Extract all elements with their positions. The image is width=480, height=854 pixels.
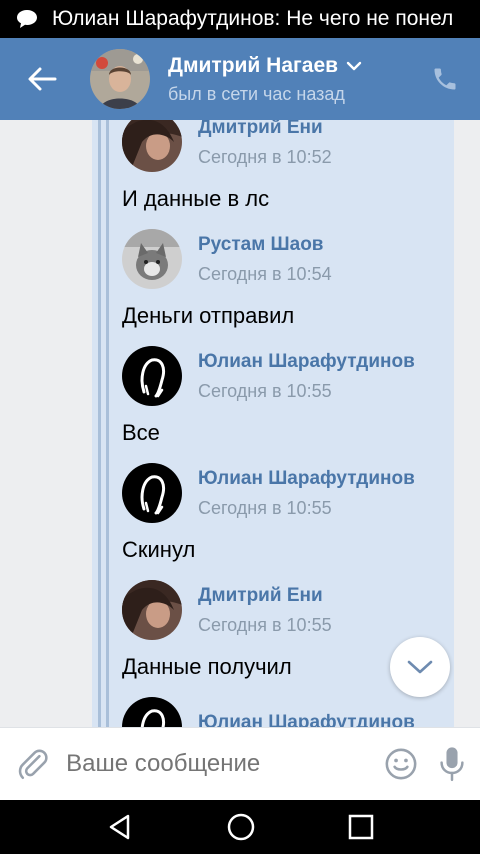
contact-avatar[interactable] [90, 49, 150, 109]
attach-button[interactable] [0, 747, 66, 781]
message-list[interactable]: Дмитрий Ени Сегодня в 10:52 И данные в л… [0, 120, 480, 727]
author-name[interactable]: Рустам Шаов [198, 234, 332, 256]
message-time: Сегодня в 10:54 [198, 263, 332, 284]
speech-bubble-icon [17, 10, 37, 28]
message-composer [0, 727, 480, 800]
message-text: Данные получил [122, 654, 292, 679]
forwarded-message: Юлиан Шарафутдинов [122, 697, 462, 727]
notification-text: Юлиан Шарафутдинов: Не чего не понел [52, 7, 454, 30]
author-avatar[interactable] [122, 346, 182, 406]
back-button[interactable] [0, 38, 84, 120]
forwarded-message: Дмитрий Ени Сегодня в 10:52 И данные в л… [122, 120, 462, 211]
message-text: Скинул [122, 537, 196, 562]
system-navigation-bar [0, 800, 480, 854]
smiley-icon [385, 748, 416, 780]
arrow-left-icon [28, 67, 57, 91]
avatar-logo [122, 346, 182, 406]
author-avatar[interactable] [122, 580, 182, 640]
author-name[interactable]: Дмитрий Ени [198, 120, 332, 139]
author-avatar[interactable] [122, 463, 182, 523]
message-text: И данные в лс [122, 186, 270, 211]
triangle-back-icon[interactable] [106, 813, 134, 841]
voice-message-button[interactable] [425, 746, 480, 782]
chat-header: Дмитрий Нагаев был в сети час назад [0, 38, 480, 120]
avatar-photo [122, 229, 182, 289]
author-avatar[interactable] [122, 120, 182, 172]
paperclip-icon [18, 749, 48, 780]
scroll-to-bottom-button[interactable] [390, 637, 450, 697]
message-input[interactable] [66, 750, 377, 778]
author-name[interactable]: Юлиан Шарафутдинов [198, 468, 415, 490]
message-time: Сегодня в 10:55 [198, 614, 332, 635]
forwarded-message: Рустам Шаов Сегодня в 10:54 Деньги отпра… [122, 229, 462, 328]
author-name[interactable]: Юлиан Шарафутдинов [198, 712, 415, 727]
message-text: Деньги отправил [122, 303, 295, 328]
author-name[interactable]: Юлиан Шарафутдинов [198, 351, 415, 373]
phone-icon [434, 68, 456, 90]
square-recents-icon[interactable] [348, 814, 374, 840]
avatar-photo [122, 580, 182, 640]
forwarded-message: Юлиан Шарафутдинов Сегодня в 10:55 Скину… [122, 463, 462, 562]
author-name[interactable]: Дмитрий Ени [198, 585, 332, 607]
avatar-photo [122, 120, 182, 172]
contact-name[interactable]: Дмитрий Нагаев [168, 54, 338, 78]
contact-photo [90, 49, 150, 109]
message-time: Сегодня в 10:55 [198, 497, 332, 518]
forward-indicator-line [98, 120, 101, 727]
last-seen-status: был в сети час назад [168, 83, 345, 104]
message-text: Все [122, 420, 160, 445]
avatar-logo [122, 697, 182, 727]
status-bar: Юлиан Шарафутдинов: Не чего не понел [0, 0, 480, 38]
call-button[interactable] [410, 38, 480, 120]
forwarded-message: Юлиан Шарафутдинов Сегодня в 10:55 Все [122, 346, 462, 445]
forwarded-message: Дмитрий Ени Сегодня в 10:55 Данные получ… [122, 580, 462, 679]
avatar-logo [122, 463, 182, 523]
chevron-down-icon [407, 660, 433, 674]
message-time: Сегодня в 10:55 [198, 380, 332, 401]
forward-indicator-line [106, 120, 109, 727]
chevron-down-icon[interactable] [346, 61, 362, 71]
microphone-icon [440, 747, 465, 782]
author-avatar[interactable] [122, 229, 182, 289]
message-time: Сегодня в 10:52 [198, 146, 332, 167]
author-avatar[interactable] [122, 697, 182, 727]
emoji-button[interactable] [376, 747, 425, 781]
circle-home-icon[interactable] [226, 812, 256, 842]
